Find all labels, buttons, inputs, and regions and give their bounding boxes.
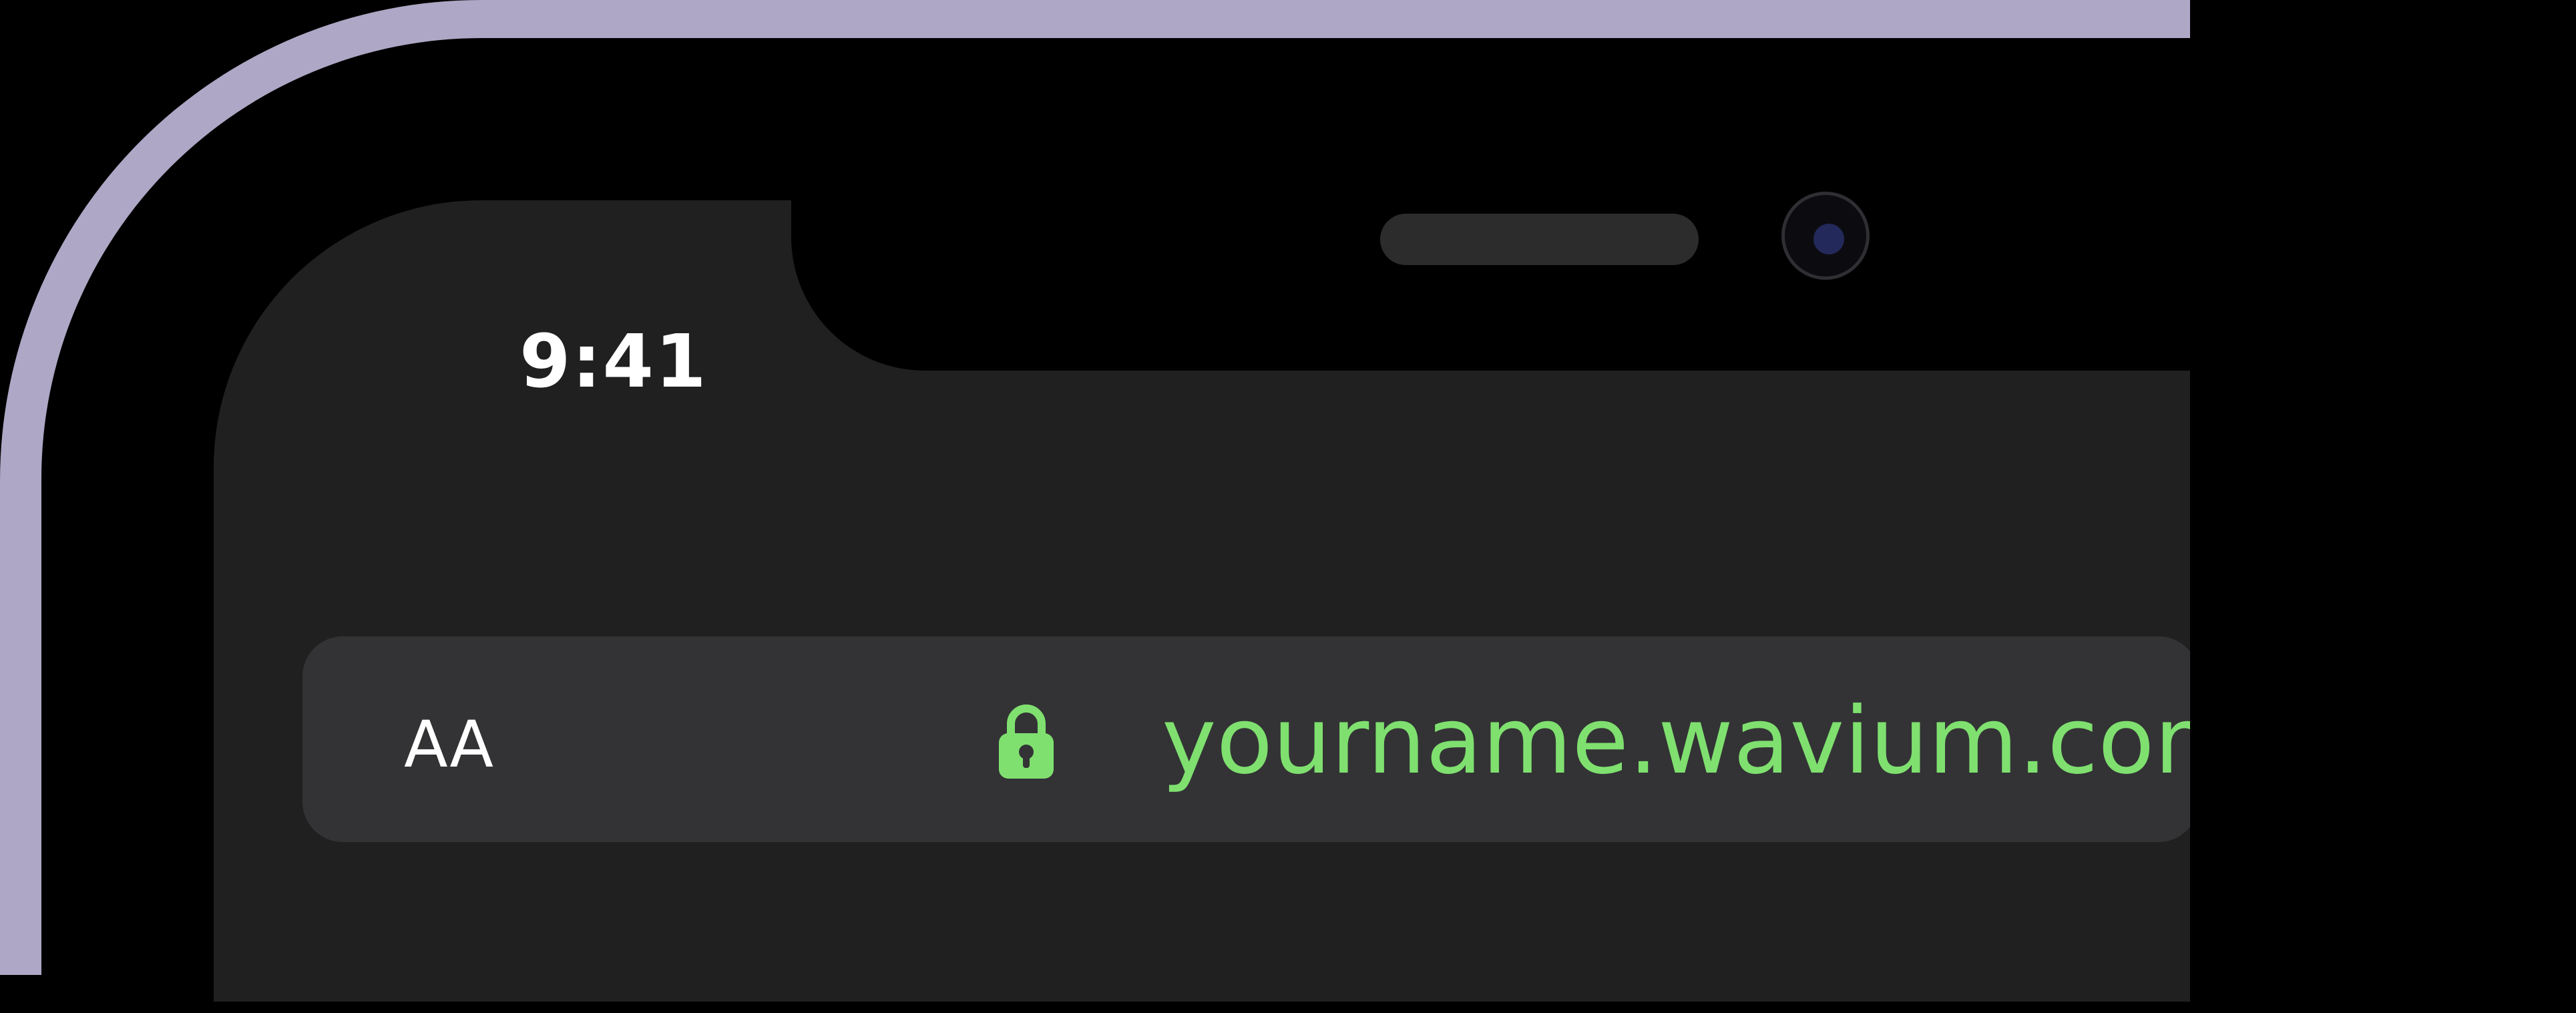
earpiece-speaker <box>1380 214 1699 265</box>
status-bar-time: 9:41 <box>519 319 708 404</box>
lock-icon <box>999 704 1054 779</box>
background-margin <box>2190 0 2576 940</box>
notch <box>791 174 2260 371</box>
text-size-button[interactable]: AA <box>404 704 493 785</box>
camera-lens <box>1813 224 1844 254</box>
url-text[interactable]: yourname.wavium.com <box>1162 684 2244 798</box>
